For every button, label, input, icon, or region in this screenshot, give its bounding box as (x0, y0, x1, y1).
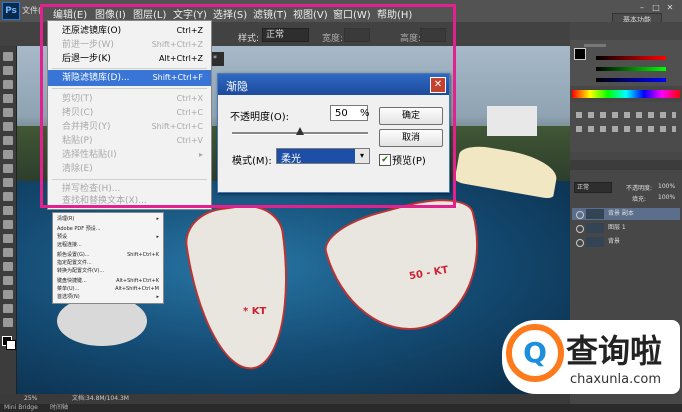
brush-tool-icon[interactable] (3, 150, 13, 159)
layers-panel-tabs (570, 160, 682, 170)
adjustment-icons-row2[interactable] (576, 126, 676, 132)
pen-tool-icon[interactable] (3, 248, 13, 257)
bottom-panel-tabs: Mini Bridge 时间轴 (0, 404, 682, 412)
tab-mini-bridge[interactable]: Mini Bridge (4, 404, 38, 412)
eye-icon[interactable] (576, 211, 584, 219)
boat-label-left: * KT (243, 306, 267, 317)
layer-thumbnail (586, 223, 604, 233)
layer-fill-value[interactable]: 100% (658, 194, 675, 201)
eye-icon[interactable] (576, 225, 584, 233)
eye-icon[interactable] (576, 239, 584, 247)
tools-panel (0, 46, 17, 402)
history-brush-tool-icon[interactable] (3, 178, 13, 187)
green-slider[interactable] (596, 67, 666, 71)
menu-item[interactable]: 键盘快捷键... Alt+Shift+Ctrl+K (53, 277, 163, 285)
minimize-icon[interactable]: – (636, 3, 648, 13)
layer-opacity-label: 不透明度: (626, 185, 653, 192)
blur-tool-icon[interactable] (3, 220, 13, 229)
layer-name: 背景 副本 (608, 210, 634, 217)
dodge-tool-icon[interactable] (3, 234, 13, 243)
crop-tool-icon[interactable] (3, 108, 13, 117)
menu-item[interactable]: 颜色设置(G)... Shift+Ctrl+K (53, 251, 163, 259)
status-bar: 25% 文档:34.8M/104.3M (0, 394, 570, 404)
adjustment-icons-row1[interactable] (576, 112, 676, 118)
menu-item[interactable]: 菜单(U)... Alt+Shift+Ctrl+M (53, 285, 163, 293)
menu-item[interactable]: 首选项(N) ▸ (53, 293, 163, 301)
zoom-tool-icon[interactable] (3, 318, 13, 327)
highlight-frame (40, 4, 456, 208)
path-selection-tool-icon[interactable] (3, 276, 13, 285)
document-size: 文档:34.8M/104.3M (72, 395, 129, 402)
zoom-level[interactable]: 25% (24, 394, 37, 404)
blue-slider[interactable] (596, 78, 666, 82)
blend-mode-select[interactable]: 正常 (574, 182, 612, 193)
layer-name: 图层 1 (608, 224, 626, 231)
lasso-tool-icon[interactable] (3, 80, 13, 89)
tab-timeline[interactable]: 时间轴 (50, 404, 68, 412)
foreground-color-chip[interactable] (574, 48, 586, 60)
watermark-text: 查询啦 (566, 332, 663, 370)
gradient-tool-icon[interactable] (3, 206, 13, 215)
move-tool-icon[interactable] (3, 52, 13, 61)
layer-name: 背景 (608, 238, 621, 245)
menu-item[interactable]: 清理(R) ▸ (53, 215, 163, 223)
color-spectrum[interactable] (572, 90, 680, 98)
eraser-tool-icon[interactable] (3, 192, 13, 201)
watermark-q-icon: Q (523, 336, 547, 369)
layer-thumbnail (586, 209, 604, 219)
watermark-url: chaxunla.com (570, 372, 661, 387)
layer-fill-label: 填充: (632, 196, 647, 203)
layer-row[interactable]: 背景 副本 (572, 208, 680, 220)
eyedropper-tool-icon[interactable] (3, 122, 13, 131)
layer-row[interactable]: 背景 (572, 236, 680, 248)
adjustments-panel (570, 102, 682, 152)
photoshop-logo: Ps (2, 2, 20, 20)
menu-item[interactable]: 远程连接... (53, 241, 163, 249)
photo-building (487, 106, 537, 136)
clone-stamp-tool-icon[interactable] (3, 164, 13, 173)
color-panel (570, 40, 682, 86)
marquee-tool-icon[interactable] (3, 66, 13, 75)
maximize-icon[interactable]: □ (650, 3, 662, 13)
magic-wand-tool-icon[interactable] (3, 94, 13, 103)
menu-item[interactable]: Adobe PDF 预设... (53, 225, 163, 233)
background-color-swatch[interactable] (6, 340, 16, 350)
menu-item[interactable]: 预设 ▸ (53, 233, 163, 241)
menu-item[interactable]: 转换为配置文件(V)... (53, 267, 163, 275)
edit-menu-lower: 清理(R) ▸ Adobe PDF 预设... 预设 ▸ 远程连接... 颜色设置(… (52, 212, 164, 304)
menu-item[interactable]: 指定配置文件... (53, 259, 163, 267)
layer-thumbnail (586, 237, 604, 247)
layer-opacity-value[interactable]: 100% (658, 183, 675, 190)
hand-tool-icon[interactable] (3, 304, 13, 313)
close-window-icon[interactable]: ✕ (664, 3, 676, 13)
type-tool-icon[interactable] (3, 262, 13, 271)
healing-brush-tool-icon[interactable] (3, 136, 13, 145)
shape-tool-icon[interactable] (3, 290, 13, 299)
layer-row[interactable]: 图层 1 (572, 222, 680, 234)
color-header-bar (584, 44, 606, 47)
red-slider[interactable] (596, 56, 666, 60)
